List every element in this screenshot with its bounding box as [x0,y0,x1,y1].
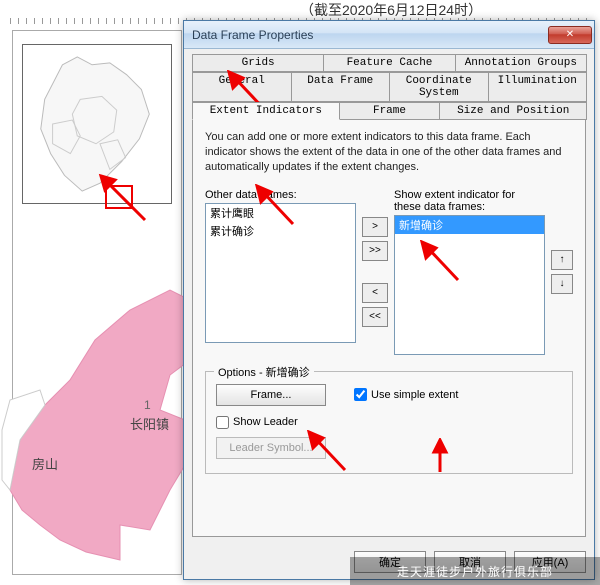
titlebar-title: Data Frame Properties [192,28,548,42]
show-leader-row[interactable]: Show Leader [216,416,562,429]
main-map[interactable] [0,230,190,570]
show-extent-list[interactable]: 新增确诊 [394,215,545,355]
list-item[interactable]: 新增确诊 [395,216,544,234]
list-item[interactable]: 累计确诊 [206,222,355,240]
show-leader-checkbox[interactable] [216,416,229,429]
reorder-buttons: ↑ ↓ [551,189,573,355]
other-data-frames-list[interactable]: 累计鹰眼 累计确诊 [205,203,356,343]
use-simple-extent-checkbox[interactable] [354,388,367,401]
tab-frame[interactable]: Frame [339,102,441,120]
tab-coordinate-system[interactable]: Coordinate System [389,72,489,102]
remove-button[interactable]: < [362,283,388,303]
tab-illumination[interactable]: Illumination [488,72,588,102]
options-legend: Options - 新增确诊 [214,364,314,380]
dialog-body: Grids Feature Cache Annotation Groups Ge… [184,49,594,545]
other-data-frames-label: Other data frames: [205,189,356,201]
add-all-button[interactable]: >> [362,241,388,261]
locator-map-svg [23,45,171,203]
page-title: （截至2020年6月12日24时） [300,0,482,20]
panel-description: You can add one or more extent indicator… [205,130,573,175]
remove-all-button[interactable]: << [362,307,388,327]
move-down-button[interactable]: ↓ [551,274,573,294]
show-extent-label: Show extent indicator for these data fra… [394,189,545,213]
close-icon: ✕ [566,29,574,40]
move-buttons: > >> < << [362,189,388,355]
tab-annotation-groups[interactable]: Annotation Groups [455,54,587,72]
watermark: 走天涯徒步户外旅行俱乐部 [350,557,600,585]
tabs: Grids Feature Cache Annotation Groups Ge… [192,54,586,120]
tab-panel-extent-indicators: You can add one or more extent indicator… [192,119,586,537]
tab-feature-cache[interactable]: Feature Cache [323,54,455,72]
tab-data-frame[interactable]: Data Frame [291,72,391,102]
data-frame-properties-dialog: Data Frame Properties ✕ Grids Feature Ca… [183,20,595,580]
tab-size-and-position[interactable]: Size and Position [439,102,587,120]
use-simple-extent-label: Use simple extent [371,389,458,401]
tab-extent-indicators[interactable]: Extent Indicators [192,102,340,120]
list-item[interactable]: 累计鹰眼 [206,204,355,222]
extent-rectangle [105,185,133,209]
district-number: 1 [144,398,151,412]
leader-symbol-button: Leader Symbol... [216,437,326,459]
move-up-button[interactable]: ↑ [551,250,573,270]
district-label: 长阳镇 [130,414,169,433]
locator-map-frame[interactable] [22,44,172,204]
show-leader-label: Show Leader [233,416,298,428]
tab-grids[interactable]: Grids [192,54,324,72]
titlebar[interactable]: Data Frame Properties ✕ [184,21,594,49]
close-button[interactable]: ✕ [548,26,592,44]
fangshan-label: 房山 [32,454,58,473]
frame-button[interactable]: Frame... [216,384,326,406]
use-simple-extent-row[interactable]: Use simple extent [354,388,458,401]
options-group: Options - 新增确诊 Frame... Use simple exten… [205,371,573,474]
add-button[interactable]: > [362,217,388,237]
tab-general[interactable]: General [192,72,292,102]
